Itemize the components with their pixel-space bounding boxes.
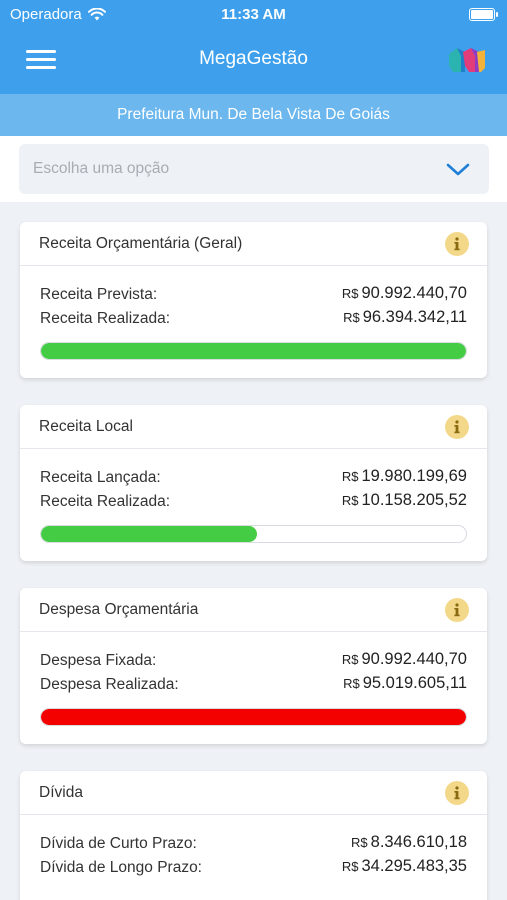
amount: 34.295.483,35 [361, 857, 467, 875]
currency-symbol: R$ [351, 835, 368, 850]
row-label: Receita Prevista: [40, 286, 158, 303]
card-header: Despesa Orçamentária [20, 588, 487, 632]
municipality-banner: Prefeitura Mun. De Bela Vista De Goiás [0, 94, 507, 136]
selector-container: Escolha uma opção [0, 136, 507, 202]
currency-symbol: R$ [343, 310, 360, 325]
amount: 95.019.605,11 [362, 674, 467, 692]
progress-bar [40, 525, 467, 543]
row-label: Dívida de Curto Prazo: [40, 835, 197, 852]
card-title: Receita Orçamentária (Geral) [39, 235, 243, 252]
card-header: Receita Orçamentária (Geral) [20, 222, 487, 266]
currency-symbol: R$ [341, 652, 359, 667]
progress-fill [41, 526, 257, 542]
data-row: Receita Prevista: R$ 90.992.440,70 [40, 284, 467, 306]
row-label: Despesa Fixada: [40, 652, 157, 669]
row-value: R$ 19.980.199,69 [342, 467, 467, 486]
card-title: Despesa Orçamentária [39, 601, 199, 618]
amount: 96.394.342,11 [362, 308, 467, 326]
amount: 19.980.199,69 [361, 467, 467, 485]
row-value: R$ 34.295.483,35 [342, 857, 467, 876]
data-row: Dívida de Longo Prazo: R$ 34.295.483,35 [40, 857, 467, 879]
progress-bar [40, 708, 467, 726]
info-icon[interactable] [445, 232, 469, 256]
row-label: Receita Realizada: [40, 310, 171, 327]
status-bar: Operadora 11:33 AM [0, 0, 507, 30]
row-value: R$ 90.992.440,70 [342, 650, 467, 669]
info-icon[interactable] [445, 598, 469, 622]
app-logo-icon [449, 48, 485, 72]
row-label: Dívida de Longo Prazo: [40, 859, 202, 876]
row-label: Receita Realizada: [40, 493, 171, 510]
amount: 90.992.440,70 [361, 650, 467, 668]
row-value: R$ 95.019.605,11 [343, 674, 467, 693]
select-placeholder: Escolha uma opção [33, 160, 170, 177]
data-row: Dívida de Curto Prazo: R$ 8.346.610,18 [40, 833, 467, 855]
data-row: Receita Lançada: R$ 19.980.199,69 [40, 467, 467, 489]
row-value: R$ 96.394.342,11 [343, 308, 467, 327]
currency-symbol: R$ [341, 469, 359, 484]
currency-symbol: R$ [341, 493, 359, 508]
progress-bar [40, 342, 467, 360]
card-header: Dívida [20, 771, 487, 815]
option-select[interactable]: Escolha uma opção [19, 144, 489, 194]
data-row: Receita Realizada: R$ 10.158.205,52 [40, 491, 467, 513]
currency-symbol: R$ [341, 286, 359, 301]
progress-fill [41, 343, 466, 359]
card-despesa-orcamentaria: Despesa Orçamentária Despesa Fixada: R$ 9… [20, 588, 487, 744]
amount: 10.158.205,52 [361, 491, 467, 509]
amount: 90.992.440,70 [361, 284, 467, 302]
amount: 8.346.610,18 [370, 833, 467, 851]
chevron-down-icon [446, 163, 470, 176]
currency-symbol: R$ [343, 676, 360, 691]
row-label: Receita Lançada: [40, 469, 161, 486]
row-value: R$ 8.346.610,18 [351, 833, 467, 852]
status-time: 11:33 AM [221, 6, 286, 23]
progress-fill [41, 709, 466, 725]
card-title: Receita Local [39, 418, 133, 435]
card-title: Dívida [39, 784, 83, 801]
data-row: Despesa Fixada: R$ 90.992.440,70 [40, 650, 467, 672]
row-value: R$ 10.158.205,52 [342, 491, 467, 510]
info-icon[interactable] [445, 415, 469, 439]
data-row: Receita Realizada: R$ 96.394.342,11 [40, 308, 467, 330]
row-value: R$ 90.992.440,70 [342, 284, 467, 303]
card-receita-orcamentaria: Receita Orçamentária (Geral) Receita Pre… [20, 222, 487, 378]
card-header: Receita Local [20, 405, 487, 449]
card-receita-local: Receita Local Receita Lançada: R$ 19.980.… [20, 405, 487, 561]
currency-symbol: R$ [341, 859, 359, 874]
card-divida: Dívida Dívida de Curto Prazo: R$ 8.346.61… [20, 771, 487, 900]
data-row: Despesa Realizada: R$ 95.019.605,11 [40, 674, 467, 696]
info-icon[interactable] [445, 781, 469, 805]
row-label: Despesa Realizada: [40, 676, 179, 693]
battery-icon [469, 8, 498, 21]
nav-bar: MegaGestão [0, 30, 507, 94]
app-title: MegaGestão [199, 48, 308, 69]
